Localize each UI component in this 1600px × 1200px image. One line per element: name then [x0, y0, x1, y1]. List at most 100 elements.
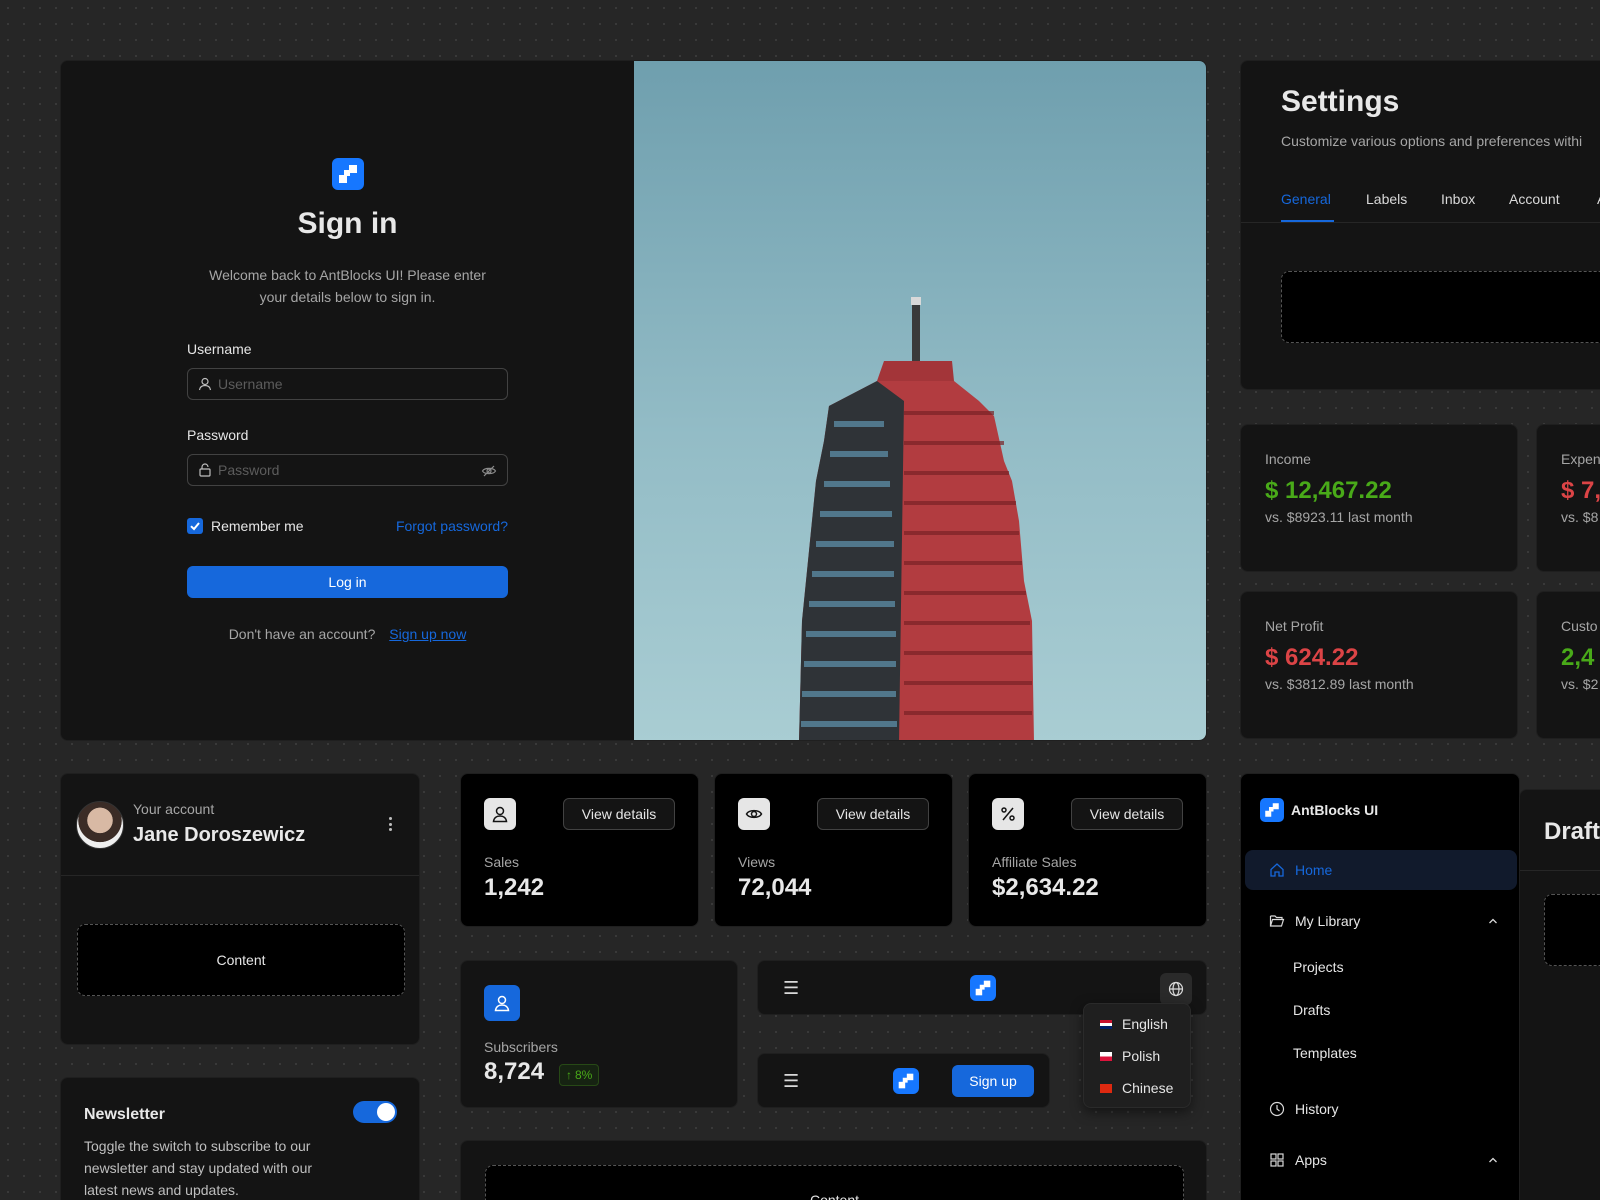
metric-card-views: View details Views 72,044 — [714, 773, 953, 927]
tabs-divider — [1241, 222, 1600, 223]
net-profit-label: Net Profit — [1265, 618, 1324, 634]
net-profit-compare: vs. $3812.89 last month — [1265, 676, 1414, 692]
sign-in-card: Sign in Welcome back to AntBlocks UI! Pl… — [60, 60, 1207, 741]
newsletter-description: Toggle the switch to subscribe to our ne… — [84, 1135, 312, 1200]
view-details-button-affiliate[interactable]: View details — [1071, 798, 1183, 830]
hamburger-menu-icon[interactable]: ☰ — [783, 979, 799, 997]
net-profit-value: $ 624.22 — [1265, 644, 1359, 671]
eye-invisible-icon[interactable] — [481, 463, 497, 479]
sign-in-form-panel: Sign in Welcome back to AntBlocks UI! Pl… — [61, 61, 634, 740]
sidebar-item-home[interactable]: Home — [1245, 850, 1517, 890]
username-input[interactable]: Username — [187, 368, 508, 400]
sales-label: Sales — [484, 854, 520, 870]
bottom-content-placeholder: Content — [485, 1165, 1184, 1200]
account-card: Your account Jane Doroszewicz Content — [60, 773, 420, 1045]
income-card: Income $ 12,467.22 vs. $8923.11 last mon… — [1240, 424, 1518, 572]
user-icon — [198, 377, 212, 391]
metric-card-sales: View details Sales 1,242 — [460, 773, 699, 927]
income-value: $ 12,467.22 — [1265, 477, 1392, 504]
username-label: Username — [187, 341, 252, 357]
sidebar-item-history-label: History — [1295, 1101, 1339, 1117]
sidebar-item-my-library[interactable]: My Library — [1245, 901, 1517, 941]
password-label: Password — [187, 427, 249, 443]
language-polish-label: Polish — [1122, 1048, 1161, 1064]
welcome-text: Welcome back to AntBlocks UI! Please ent… — [61, 264, 634, 308]
sales-value: 1,242 — [484, 874, 545, 901]
customers-value: 2,4 — [1561, 644, 1595, 671]
building-photo — [634, 61, 1206, 740]
expenses-value: $ 7, — [1561, 477, 1600, 504]
sidebar-item-templates[interactable]: Templates — [1293, 1045, 1357, 1061]
views-value: 72,044 — [738, 874, 812, 901]
subscribers-card: Subscribers 8,724 ↑ 8% — [460, 960, 738, 1108]
china-flag-icon — [1100, 1083, 1112, 1093]
sidebar-logo-icon — [1260, 798, 1284, 822]
avatar[interactable] — [76, 801, 124, 849]
antblocks-logo-icon — [332, 158, 364, 190]
draft-content-placeholder — [1544, 894, 1600, 966]
customers-card: Custo 2,4 vs. $2 — [1536, 591, 1600, 739]
affiliate-sales-value: $2,634.22 — [992, 874, 1099, 901]
view-details-button-views[interactable]: View details — [817, 798, 929, 830]
remember-me-checkbox[interactable] — [187, 518, 203, 534]
draft-heading: Draft — [1544, 818, 1600, 845]
globe-icon — [1168, 981, 1184, 997]
poland-flag-icon — [1100, 1051, 1112, 1061]
customers-label: Custo — [1561, 618, 1598, 634]
uk-flag-icon — [1100, 1019, 1112, 1029]
hamburger-menu-icon[interactable]: ☰ — [783, 1072, 799, 1090]
settings-subtitle: Customize various options and preference… — [1281, 133, 1583, 149]
subscribers-change-badge: ↑ 8% — [559, 1064, 600, 1086]
income-compare: vs. $8923.11 last month — [1265, 509, 1413, 525]
sidebar-item-apps[interactable]: Apps — [1245, 1140, 1517, 1180]
metric-card-affiliate: View details Affiliate Sales $2,634.22 — [968, 773, 1207, 927]
header-logo-icon — [893, 1068, 919, 1094]
language-option-english[interactable]: English — [1100, 1016, 1168, 1032]
lock-icon — [198, 463, 212, 477]
percent-icon — [992, 798, 1024, 830]
tab-labels[interactable]: Labels — [1366, 191, 1407, 207]
no-account-text: Don't have an account? — [228, 626, 376, 642]
apps-icon — [1269, 1152, 1285, 1168]
newsletter-title: Newsletter — [84, 1106, 165, 1123]
subscribers-value: 8,724 — [484, 1058, 545, 1085]
newsletter-description-line-1: Toggle the switch to subscribe to our — [84, 1138, 311, 1154]
sidebar-item-drafts[interactable]: Drafts — [1293, 1002, 1330, 1018]
expenses-label: Expen — [1561, 451, 1600, 467]
language-option-chinese[interactable]: Chinese — [1100, 1080, 1173, 1096]
toggle-knob — [377, 1103, 395, 1121]
password-input[interactable]: Password — [187, 454, 508, 486]
sign-up-prompt: Don't have an account? Sign up now — [61, 626, 634, 642]
tab-account[interactable]: Account — [1509, 191, 1560, 207]
newsletter-card: Newsletter Toggle the switch to subscrib… — [60, 1077, 420, 1200]
forgot-password-link[interactable]: Forgot password? — [361, 518, 508, 534]
header-demo-with-signup: ☰ Sign up — [757, 1053, 1050, 1108]
sidebar-item-apps-label: Apps — [1295, 1152, 1327, 1168]
log-in-button[interactable]: Log in — [187, 566, 508, 598]
view-details-button-sales[interactable]: View details — [563, 798, 675, 830]
sidebar-item-history[interactable]: History — [1245, 1089, 1517, 1129]
password-placeholder: Password — [218, 462, 280, 478]
remember-me-label: Remember me — [211, 518, 304, 534]
language-english-label: English — [1122, 1016, 1168, 1032]
language-option-polish[interactable]: Polish — [1100, 1048, 1160, 1064]
user-icon — [484, 798, 516, 830]
tab-inbox[interactable]: Inbox — [1441, 191, 1475, 207]
newsletter-toggle[interactable] — [353, 1101, 397, 1123]
affiliate-sales-label: Affiliate Sales — [992, 854, 1077, 870]
more-vertical-icon[interactable] — [382, 814, 398, 834]
sidebar-item-home-label: Home — [1295, 862, 1333, 878]
bottom-content-card: Content — [460, 1140, 1207, 1200]
clock-icon — [1269, 1101, 1285, 1117]
sign-up-button[interactable]: Sign up — [952, 1065, 1034, 1097]
draft-divider — [1520, 870, 1600, 871]
net-profit-card: Net Profit $ 624.22 vs. $3812.89 last mo… — [1240, 591, 1518, 739]
globe-language-button[interactable] — [1160, 973, 1192, 1005]
settings-card: Settings Customize various options and p… — [1240, 60, 1600, 390]
tab-general[interactable]: General — [1281, 191, 1331, 207]
expenses-compare: vs. $8 — [1561, 509, 1599, 525]
sidebar-item-library-label: My Library — [1295, 913, 1361, 929]
sign-up-link[interactable]: Sign up now — [389, 626, 466, 642]
language-dropdown: English Polish Chinese — [1083, 1003, 1191, 1108]
sidebar-item-projects[interactable]: Projects — [1293, 959, 1344, 975]
